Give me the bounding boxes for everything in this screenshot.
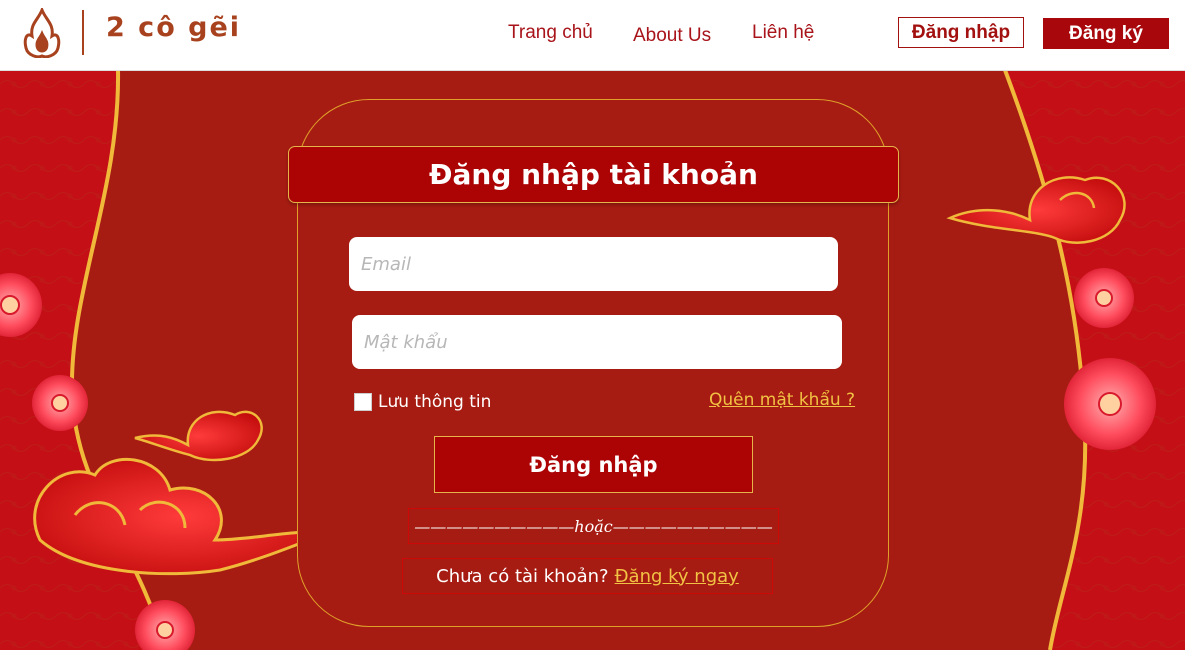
red-flower-icon <box>32 375 88 431</box>
header-login-button[interactable]: Đăng nhập <box>898 17 1024 48</box>
remember-checkbox[interactable] <box>354 393 372 411</box>
login-submit-button[interactable]: Đăng nhập <box>434 436 753 493</box>
remember-label: Lưu thông tin <box>378 392 492 412</box>
or-divider: ——————————hoặc—————————— <box>408 508 779 544</box>
nav-contact-link[interactable]: Liên hệ <box>752 22 814 44</box>
email-input[interactable] <box>349 237 838 291</box>
page-title: Đăng nhập tài khoản <box>429 158 758 191</box>
login-title-bar: Đăng nhập tài khoản <box>288 146 899 203</box>
nav-home-link[interactable]: Trang chủ <box>508 22 593 44</box>
red-flower-icon <box>1074 268 1134 328</box>
no-account-text: Chưa có tài khoản? <box>436 565 609 587</box>
logo-divider <box>82 10 84 55</box>
brand-name[interactable]: 2 cô gẽi <box>106 12 241 43</box>
signup-prompt: Chưa có tài khoản? Đăng ký ngay <box>402 558 773 594</box>
forgot-password-link[interactable]: Quên mật khẩu ? <box>709 390 855 410</box>
nav-about-link[interactable]: About Us <box>633 25 711 47</box>
password-input[interactable] <box>352 315 842 369</box>
red-flower-icon <box>1064 358 1156 450</box>
header-register-button[interactable]: Đăng ký <box>1043 18 1169 49</box>
signup-link[interactable]: Đăng ký ngay <box>615 566 739 587</box>
or-divider-text: ——————————hoặc—————————— <box>414 516 773 536</box>
remember-me[interactable]: Lưu thông tin <box>354 392 491 412</box>
fire-logo-icon[interactable] <box>22 8 62 58</box>
top-navbar: 2 cô gẽi Trang chủ About Us Liên hệ Đăng… <box>0 0 1185 71</box>
